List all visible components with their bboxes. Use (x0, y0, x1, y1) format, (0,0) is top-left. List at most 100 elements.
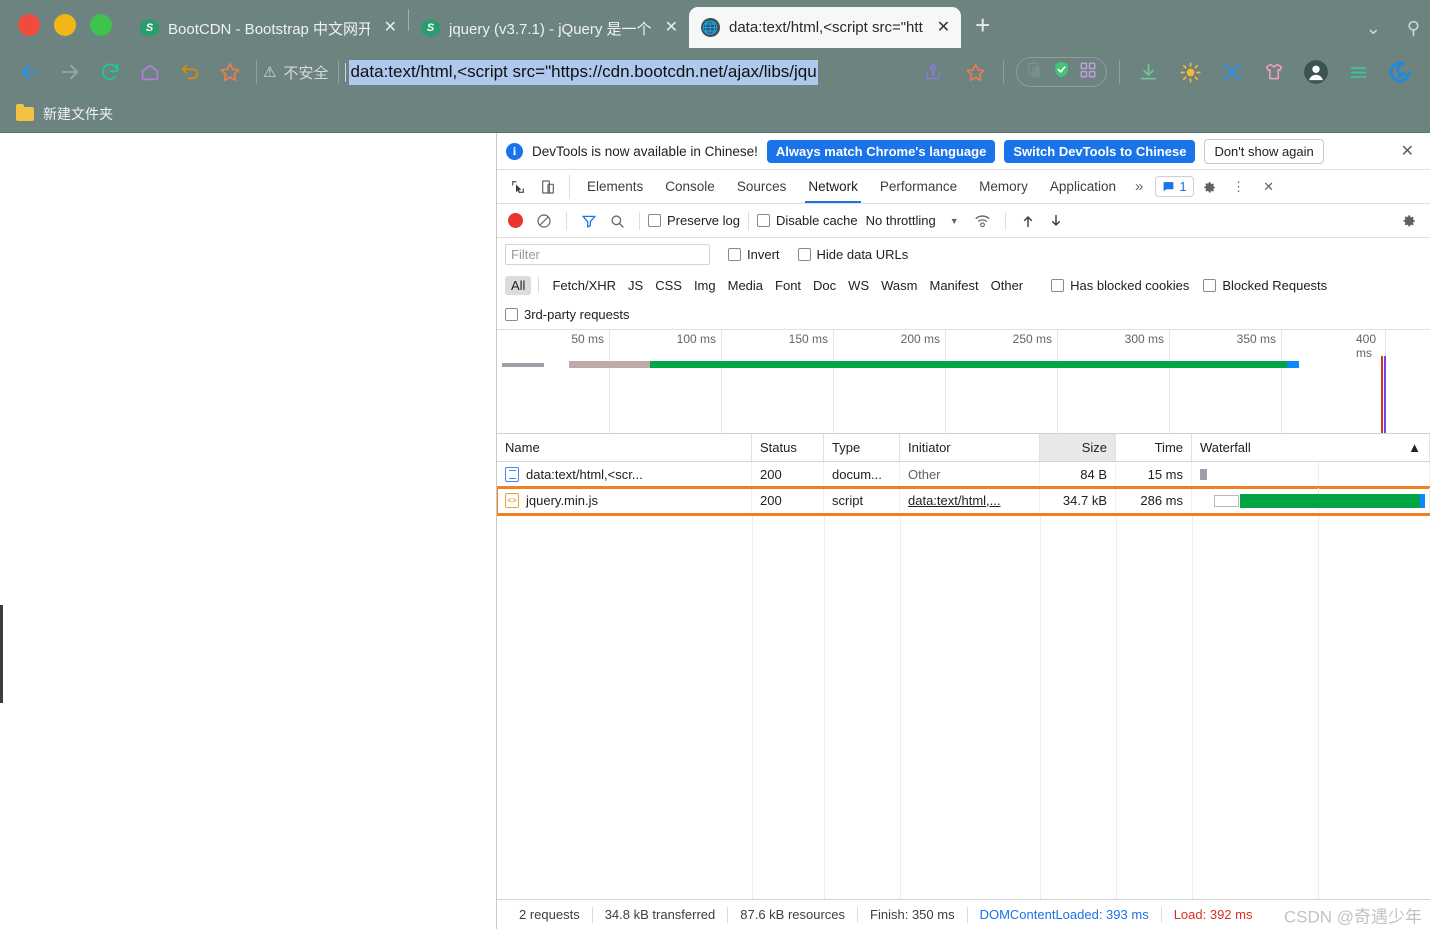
third-party-requests-checkbox[interactable]: 3rd-party requests (505, 307, 630, 322)
avatar-icon[interactable] (1296, 55, 1336, 89)
import-har-icon[interactable] (1014, 207, 1042, 235)
clear-icon[interactable] (530, 207, 558, 235)
disable-cache-checkbox[interactable]: Disable cache (756, 213, 858, 228)
tab-application[interactable]: Application (1039, 170, 1127, 203)
back-button[interactable] (10, 55, 50, 89)
filter-icon[interactable] (575, 207, 603, 235)
close-icon[interactable]: ✕ (660, 18, 683, 38)
tab-data-url[interactable]: 🌐 data:text/html,<script src="htt ✕ (689, 7, 962, 48)
grid-icon[interactable] (1079, 61, 1097, 84)
search-icon[interactable] (603, 207, 631, 235)
filter-input[interactable]: Filter (505, 243, 710, 265)
download-icon[interactable] (1128, 55, 1168, 89)
tab-performance[interactable]: Performance (869, 170, 968, 203)
table-row[interactable]: data:text/html,<scr... 200 docum... Othe… (497, 462, 1430, 488)
type-filter-fetch-xhr[interactable]: Fetch/XHR (546, 276, 622, 295)
bookmark-item-label[interactable]: 新建文件夹 (43, 104, 113, 124)
column-header-type[interactable]: Type (824, 434, 900, 461)
more-tabs-icon[interactable]: » (1127, 178, 1151, 195)
type-filter-other[interactable]: Other (985, 276, 1030, 295)
type-filter-doc[interactable]: Doc (807, 276, 842, 295)
more-vertical-icon[interactable]: ⋮ (1224, 173, 1254, 201)
gear-icon[interactable] (1194, 173, 1224, 201)
type-filter-manifest[interactable]: Manifest (923, 276, 984, 295)
home-button[interactable] (130, 55, 170, 89)
close-icon[interactable]: ✕ (379, 18, 402, 38)
undo-button[interactable] (170, 55, 210, 89)
forward-button[interactable] (50, 55, 90, 89)
has-blocked-cookies-checkbox[interactable]: Has blocked cookies (1051, 278, 1189, 293)
column-header-size[interactable]: Size (1040, 434, 1116, 461)
always-match-language-button[interactable]: Always match Chrome's language (766, 139, 996, 163)
minimize-window-button[interactable] (54, 14, 76, 36)
star-icon[interactable] (955, 55, 995, 89)
new-tab-button[interactable]: + (961, 12, 1004, 48)
tab-sources[interactable]: Sources (726, 170, 798, 203)
initiator-link[interactable]: data:text/html,... (908, 493, 1001, 508)
network-overview-timeline[interactable]: 50 ms 100 ms 150 ms 200 ms 250 ms 300 ms… (497, 330, 1430, 434)
type-filter-ws[interactable]: WS (842, 276, 875, 295)
column-header-status[interactable]: Status (752, 434, 824, 461)
network-conditions-icon[interactable] (969, 207, 997, 235)
bookmark-star-icon[interactable] (210, 55, 250, 89)
switch-devtools-to-chinese-button[interactable]: Switch DevTools to Chinese (1004, 139, 1196, 163)
export-har-icon[interactable] (1042, 207, 1070, 235)
hide-data-urls-checkbox[interactable]: Hide data URLs (797, 247, 908, 262)
column-header-time[interactable]: Time (1116, 434, 1192, 461)
screenshot-icon[interactable] (1212, 55, 1252, 89)
maximize-window-button[interactable] (90, 14, 112, 36)
close-devtools-icon[interactable]: ✕ (1254, 173, 1284, 201)
column-header-waterfall[interactable]: Waterfall ▲ (1192, 434, 1430, 461)
device-toggle-icon[interactable] (533, 173, 563, 201)
close-icon[interactable]: ✕ (1395, 141, 1420, 161)
browser-logo-icon[interactable] (1380, 55, 1420, 89)
preserve-log-checkbox[interactable]: Preserve log (648, 213, 740, 228)
type-filter-img[interactable]: Img (688, 276, 722, 295)
throttling-select[interactable]: No throttling (866, 213, 936, 228)
close-icon[interactable]: ✕ (932, 18, 955, 38)
tab-jquery[interactable]: S jquery (v3.7.1) - jQuery 是一个 ✕ (409, 8, 689, 48)
scrollbar-thumb[interactable] (0, 605, 3, 703)
inspect-icon[interactable] (503, 173, 533, 201)
reload-button[interactable] (90, 55, 130, 89)
column-header-initiator[interactable]: Initiator (900, 434, 1040, 461)
tab-elements[interactable]: Elements (576, 170, 654, 203)
share-icon[interactable] (913, 55, 953, 89)
tab-bootcdn[interactable]: S BootCDN - Bootstrap 中文网开 ✕ (128, 8, 408, 48)
request-name-cell[interactable]: data:text/html,<scr... (497, 462, 752, 487)
blocked-requests-checkbox[interactable]: Blocked Requests (1203, 278, 1327, 293)
url-text[interactable]: data:text/html,<script src="https://cdn.… (349, 59, 818, 85)
chevron-down-icon[interactable]: ▼ (950, 216, 959, 226)
invert-checkbox[interactable]: Invert (728, 247, 780, 262)
tab-memory[interactable]: Memory (968, 170, 1039, 203)
type-filter-all[interactable]: All (505, 275, 532, 295)
type-filter-media[interactable]: Media (722, 276, 769, 295)
shirt-icon[interactable] (1254, 55, 1294, 89)
copy-icon[interactable] (1026, 61, 1044, 84)
chevron-down-icon[interactable]: ⌄ (1366, 18, 1381, 39)
tab-network[interactable]: Network (797, 170, 869, 203)
address-bar[interactable]: data:text/html,<script src="https://cdn.… (345, 57, 913, 87)
network-settings-gear-icon[interactable] (1394, 207, 1422, 235)
checkbox-box (756, 214, 770, 227)
security-label: 不安全 (283, 64, 329, 82)
sun-icon[interactable] (1170, 55, 1210, 89)
close-window-button[interactable] (18, 14, 40, 36)
request-waterfall-cell (1192, 488, 1430, 513)
table-row[interactable]: <> jquery.min.js 200 script data:text/ht… (497, 486, 1430, 516)
type-filter-js[interactable]: JS (622, 276, 649, 295)
type-filter-wasm[interactable]: Wasm (875, 276, 923, 295)
type-filter-css[interactable]: CSS (649, 276, 688, 295)
column-header-name[interactable]: Name (497, 434, 752, 461)
request-name-cell[interactable]: <> jquery.min.js (497, 488, 752, 513)
hamburger-icon[interactable] (1338, 55, 1378, 89)
message-count-badge[interactable]: 1 (1155, 176, 1194, 197)
type-filter-font[interactable]: Font (769, 276, 807, 295)
shield-check-icon[interactable] (1052, 60, 1071, 84)
record-icon[interactable] (508, 213, 523, 228)
pin-icon[interactable]: ⚲ (1407, 18, 1420, 39)
request-initiator[interactable]: data:text/html,... (900, 488, 1040, 513)
tab-console[interactable]: Console (654, 170, 726, 203)
dont-show-again-button[interactable]: Don't show again (1204, 138, 1324, 164)
security-indicator[interactable]: ⚠ 不安全 (263, 62, 332, 83)
